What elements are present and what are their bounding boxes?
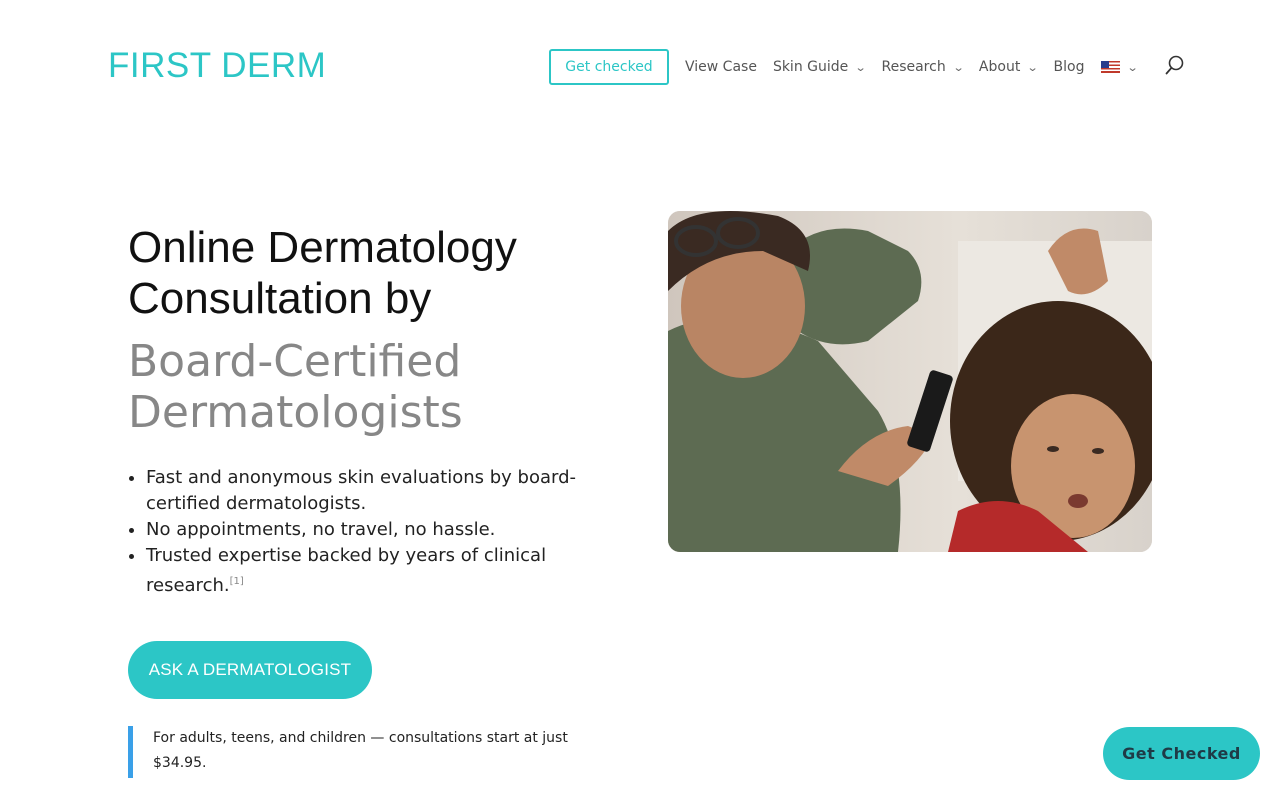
chevron-down-icon: ⌄ bbox=[1126, 60, 1139, 74]
logo[interactable]: FIRST DERM bbox=[108, 46, 326, 86]
language-selector[interactable]: ⌄ bbox=[1085, 60, 1139, 74]
nav-label: Research bbox=[881, 59, 946, 75]
hero-title: Online Dermatology Consultation by bbox=[128, 222, 598, 324]
bullet-text: Trusted expertise backed by years of cli… bbox=[146, 545, 547, 596]
nav-about[interactable]: About ⌄ bbox=[978, 59, 1039, 75]
hero-photo-illustration bbox=[668, 211, 1152, 552]
list-item: Fast and anonymous skin evaluations by b… bbox=[146, 465, 596, 517]
nav-research[interactable]: Research ⌄ bbox=[881, 59, 965, 75]
hero-subtitle-line: Board-Certified bbox=[128, 336, 462, 387]
us-flag-icon bbox=[1100, 61, 1120, 73]
bullet-text: Fast and anonymous skin evaluations by b… bbox=[146, 467, 577, 514]
list-item: No appointments, no travel, no hassle. bbox=[146, 517, 596, 543]
main-nav: Get checked View Case Skin Guide ⌄ Resear… bbox=[549, 49, 1139, 85]
nav-view-case[interactable]: View Case bbox=[685, 59, 757, 75]
ask-dermatologist-button[interactable]: ASK A DERMATOLOGIST bbox=[128, 641, 372, 699]
nav-skin-guide[interactable]: Skin Guide ⌄ bbox=[772, 59, 867, 75]
hero-title-line: Consultation by bbox=[128, 274, 432, 323]
chevron-down-icon: ⌄ bbox=[854, 60, 867, 74]
nav-label: About bbox=[978, 59, 1021, 75]
nav-label: Skin Guide bbox=[772, 59, 849, 75]
nav-blog[interactable]: Blog bbox=[1054, 59, 1085, 75]
search-icon[interactable] bbox=[1165, 55, 1185, 75]
get-checked-button[interactable]: Get checked bbox=[549, 49, 669, 85]
chevron-down-icon: ⌄ bbox=[1026, 60, 1039, 74]
hero-image bbox=[668, 211, 1152, 552]
pricing-note: For adults, teens, and children — consul… bbox=[128, 726, 588, 778]
hero-title-line: Online Dermatology bbox=[128, 223, 517, 272]
hero-subtitle: Board-Certified Dermatologists bbox=[128, 336, 598, 438]
bullet-text: No appointments, no travel, no hassle. bbox=[146, 519, 496, 540]
benefits-list: Fast and anonymous skin evaluations by b… bbox=[146, 465, 596, 599]
chevron-down-icon: ⌄ bbox=[952, 60, 965, 74]
hero-subtitle-line: Dermatologists bbox=[128, 387, 463, 438]
nav-label: View Case bbox=[685, 59, 757, 75]
list-item: Trusted expertise backed by years of cli… bbox=[146, 543, 596, 599]
footnote-link[interactable]: [1] bbox=[230, 576, 244, 587]
nav-label: Blog bbox=[1053, 59, 1085, 75]
floating-get-checked-button[interactable]: Get Checked bbox=[1103, 727, 1260, 780]
